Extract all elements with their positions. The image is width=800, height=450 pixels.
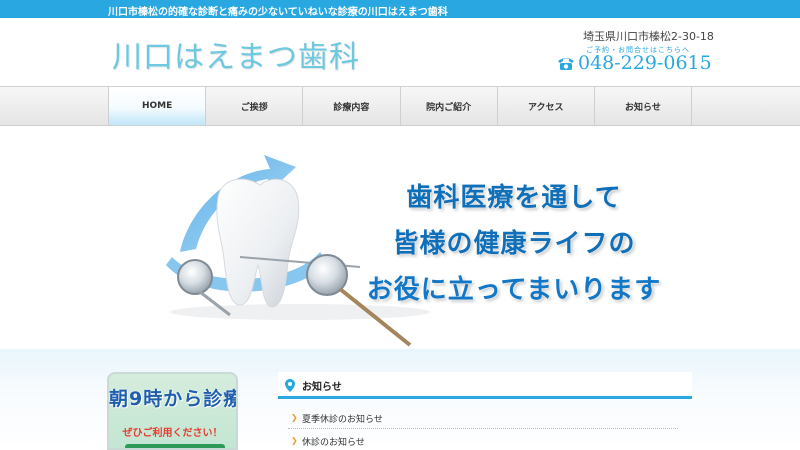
phone-number[interactable]: 048-229-0615 xyxy=(578,52,712,74)
news-list: ❯ 夏季休診のお知らせ ❯ 休診のお知らせ xyxy=(278,406,692,450)
site-header: 川口はえまつ歯科 埼玉県川口市榛松2-30-18 ご予約・お問合せはこちらへ 0… xyxy=(0,18,800,86)
arrow-right-icon: ❯ xyxy=(291,436,298,445)
location-pin-icon xyxy=(285,379,295,392)
nav-item-news[interactable]: お知らせ xyxy=(595,87,693,125)
hero-headline-2: 皆様の健康ライフの xyxy=(392,229,636,259)
hero-headline-1: 歯科医療を通して xyxy=(406,183,622,213)
news-item-text[interactable]: 休診のお知らせ xyxy=(302,435,365,448)
news-title: お知らせ xyxy=(302,382,342,393)
nav-item-access[interactable]: アクセス xyxy=(498,87,595,125)
nav-item-services[interactable]: 診療内容 xyxy=(303,87,401,125)
site-logo[interactable]: 川口はえまつ歯科 xyxy=(112,32,360,76)
nav-item-clinic-tour[interactable]: 院内ご紹介 xyxy=(401,87,498,125)
morning-hours-banner[interactable]: 朝9時から診療 ぜひご利用ください！ xyxy=(107,372,238,450)
clinic-address: 埼玉県川口市榛松2-30-18 xyxy=(583,30,714,43)
site-tagline: 川口市榛松の的確な診断と痛みの少ないていねいな診療の川口はえまつ歯科 xyxy=(108,7,448,18)
news-item-text[interactable]: 夏季休診のお知らせ xyxy=(302,412,383,425)
nav-item-home[interactable]: HOME xyxy=(109,87,207,125)
news-section: お知らせ ❯ 夏季休診のお知らせ ❯ 休診のお知らせ xyxy=(278,372,692,450)
news-header: お知らせ xyxy=(278,372,692,399)
global-navigation: HOME ご挨拶 診療内容 院内ご紹介 アクセス お知らせ xyxy=(0,86,800,126)
list-item[interactable]: ❯ 夏季休診のお知らせ xyxy=(288,406,678,429)
tooth-shadow xyxy=(170,304,430,320)
hero-banner: 歯科医療を通して 皆様の健康ライフの お役に立ってまいります xyxy=(0,127,800,349)
top-bar: 川口市榛松の的確な診断と痛みの少ないていねいな診療の川口はえまつ歯科 xyxy=(0,0,800,18)
nav-menu: HOME ご挨拶 診療内容 院内ご紹介 アクセス お知らせ xyxy=(108,87,693,125)
phone-contact[interactable]: 048-229-0615 xyxy=(556,51,712,75)
list-item[interactable]: ❯ 休診のお知らせ xyxy=(288,429,678,450)
banner-title: 朝9時から診療 xyxy=(109,388,238,410)
hero-headline-3: お役に立ってまいります xyxy=(366,275,662,305)
banner-more-strip xyxy=(125,444,225,448)
arrow-right-icon: ❯ xyxy=(291,413,298,422)
banner-subtitle: ぜひご利用ください！ xyxy=(122,428,223,439)
phone-icon xyxy=(558,58,574,70)
nav-item-greeting[interactable]: ご挨拶 xyxy=(206,87,304,125)
